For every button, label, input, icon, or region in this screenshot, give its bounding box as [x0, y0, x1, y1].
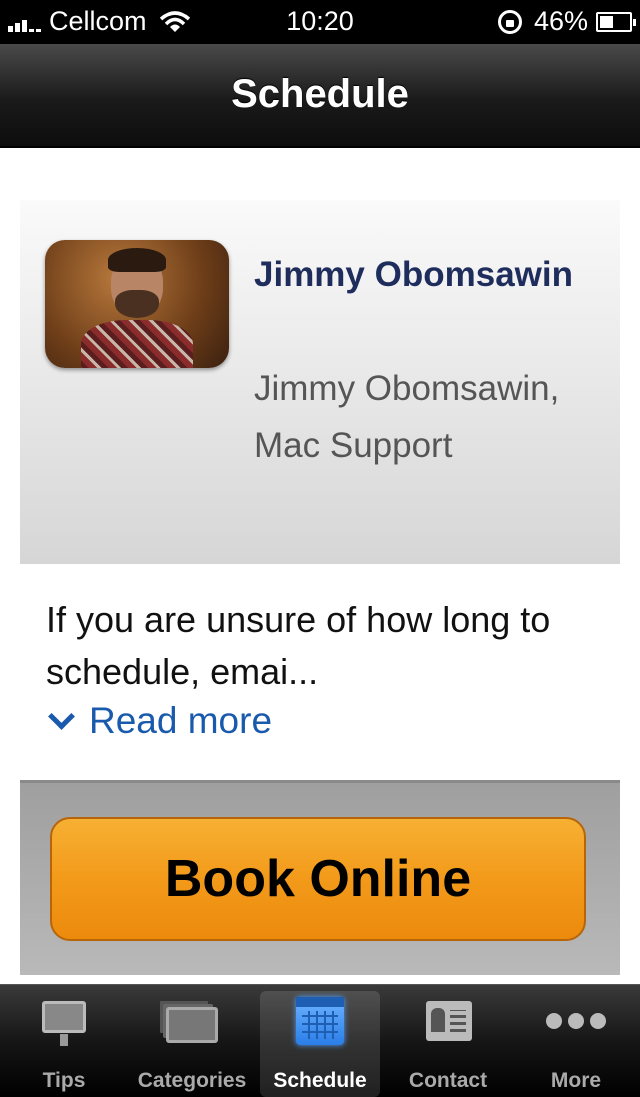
booking-section: Book Online: [20, 780, 620, 975]
staff-card: Jimmy Obomsawin Jimmy Obomsawin, Mac Sup…: [20, 200, 620, 975]
tab-contact[interactable]: Contact: [384, 985, 512, 1097]
avatar: [45, 240, 229, 368]
navigation-bar: Schedule: [0, 44, 640, 148]
tab-bar: Tips Categories Schedule Contact More: [0, 984, 640, 1097]
book-online-button[interactable]: Book Online: [50, 817, 586, 941]
battery-icon: [596, 11, 636, 32]
tab-label: Schedule: [273, 1069, 367, 1092]
rotation-lock-icon: [497, 9, 522, 34]
status-right: 46%: [497, 6, 636, 37]
tab-label: Contact: [408, 1069, 488, 1092]
battery-percent: 46%: [533, 6, 588, 36]
calendar-icon: [296, 997, 344, 1045]
description-text: If you are unsure of how long to schedul…: [46, 599, 551, 692]
tab-label: Tips: [42, 1069, 86, 1092]
categories-icon: [166, 1007, 218, 1043]
tab-schedule[interactable]: Schedule: [256, 985, 384, 1097]
tab-tips[interactable]: Tips: [0, 985, 128, 1097]
tab-label: Categories: [137, 1069, 247, 1092]
more-dots-icon: [546, 1013, 606, 1029]
tab-label: More: [550, 1069, 602, 1092]
chevron-down-icon: [48, 702, 75, 730]
status-bar: Cellcom 10:20 46%: [0, 0, 640, 44]
page-title: Schedule: [231, 72, 409, 116]
monitor-icon: [42, 1001, 86, 1046]
profile-role: Jimmy Obomsawin, Mac Support: [254, 369, 560, 465]
profile-name: Jimmy Obomsawin: [254, 255, 573, 294]
profile-header: Jimmy Obomsawin Jimmy Obomsawin, Mac Sup…: [20, 200, 620, 564]
tab-categories[interactable]: Categories: [128, 985, 256, 1097]
read-more-label: Read more: [89, 700, 273, 741]
read-more-link[interactable]: Read more: [46, 700, 272, 742]
contact-card-icon: [426, 1001, 472, 1041]
tab-more[interactable]: More: [512, 985, 640, 1097]
